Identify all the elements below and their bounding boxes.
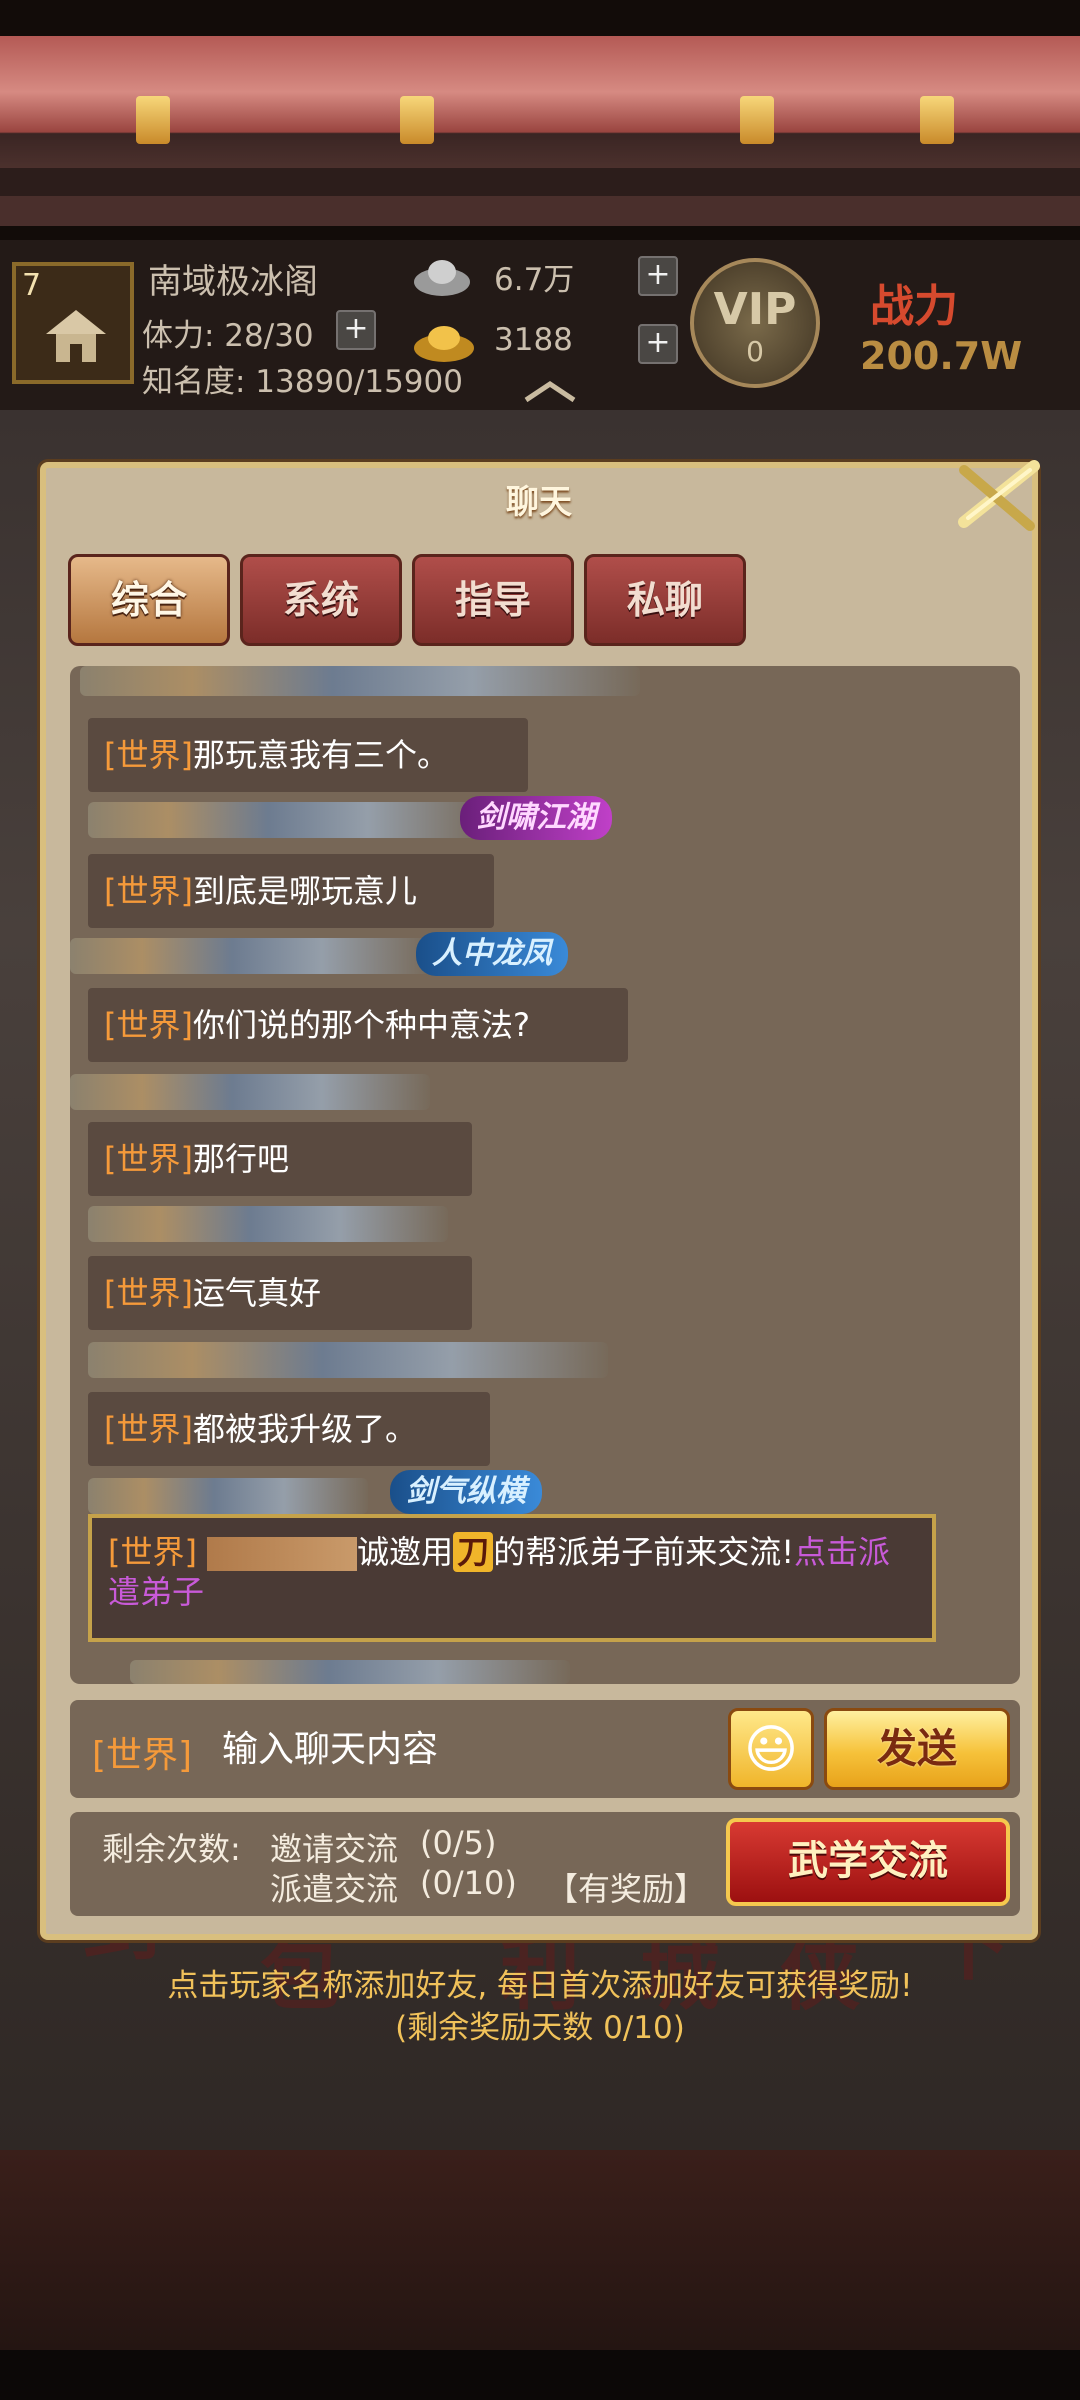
lantern-icon [136,96,170,144]
channel-tag: [世界] [108,1533,197,1571]
bottom-bar [0,2350,1080,2400]
add-silver-button[interactable]: + [638,256,678,296]
chat-message: [世界]那行吧 [88,1122,472,1196]
lantern-icon [920,96,954,144]
vip-label: VIP [713,284,797,335]
invite-text: 诚邀用 [357,1533,454,1571]
tab-private[interactable]: 私聊 [584,554,746,646]
gold-ingot-icon [414,326,474,362]
martial-exchange-button[interactable]: 武学交流 [726,1818,1010,1906]
gold-amount: 3188 [494,322,573,358]
guild-name[interactable]: 南域极冰阁 [148,254,318,303]
vip-badge[interactable]: VIP 0 [690,258,820,388]
chat-message: [世界]运气真好 [88,1256,472,1330]
message-text: 运气真好 [192,1274,321,1312]
title-badge: 人中龙凤 [416,932,568,976]
friend-hint: 点击玩家名称添加好友, 每日首次添加好友可获得奖励! [167,1968,913,2004]
lantern-icon [740,96,774,144]
invite-exchange-count: (0/5) [420,1824,497,1862]
add-gold-button[interactable]: + [638,324,678,364]
player-name-blurred[interactable] [88,1206,448,1242]
silver-amount: 6.7万 [494,262,575,298]
tab-system[interactable]: 系统 [240,554,402,646]
power-label: 战力 [870,281,958,332]
chat-input-row: [世界] 😃 发送 [70,1700,1020,1798]
message-text: 都被我升级了。 [192,1410,417,1448]
dialog-title: 聊天 [506,482,572,521]
reward-tag: 【有奖励】 [546,1870,707,1908]
chat-message: [世界]那玩意我有三个。 [88,718,528,792]
exchange-info-row: 剩余次数: 邀请交流 (0/5) 派遣交流 (0/10) 【有奖励】 武学交流 [70,1812,1020,1916]
chat-message: [世界]到底是哪玩意儿 [88,854,494,928]
chat-dialog: 聊天 综合 系统 指导 私聊 [世界]那玩意我有三个。 剑啸江湖 [世界]到底是… [40,462,1038,1940]
chat-message: [世界]都被我升级了。 [88,1392,490,1466]
channel-tag: [世界] [104,1410,193,1448]
dispatch-exchange-label: 派遣交流 [270,1870,399,1908]
channel-tag: [世界] [104,1140,193,1178]
lantern-icon [400,96,434,144]
player-name-blurred[interactable] [207,1537,358,1571]
send-button[interactable]: 发送 [824,1708,1010,1790]
player-name-blurred[interactable] [130,1660,570,1684]
channel-tag: [世界] [104,736,193,774]
message-text: 那行吧 [192,1140,289,1178]
stamina-text: 体力: 28/30 [142,318,314,354]
message-text: 你们说的那个种中意法? [192,1006,530,1044]
chat-message: [世界]你们说的那个种中意法? [88,988,628,1062]
dispatch-exchange-count: (0/10) [420,1864,517,1902]
guild-invite-message[interactable]: [世界] 诚邀用刀的帮派弟子前来交流!点击派遣弟子 [88,1514,936,1642]
remaining-label: 剩余次数: [102,1830,241,1868]
title-badge: 剑气纵横 [390,1470,542,1514]
channel-selector[interactable]: [世界] [92,1726,192,1778]
bottom-background [0,2150,1080,2350]
channel-tag: [世界] [104,1274,193,1312]
blade-weapon-icon: 刀 [453,1532,494,1572]
player-name-blurred[interactable] [88,1478,368,1514]
emoji-button[interactable]: 😃 [728,1708,814,1790]
tab-general[interactable]: 综合 [68,554,230,646]
power-value: 200.7W [860,334,1023,378]
player-name-blurred[interactable] [70,1074,430,1110]
roof-decoration [0,36,1080,226]
chevron-up-icon[interactable] [520,378,580,408]
message-text: 那玩意我有三个。 [192,736,449,774]
guild-house-icon [46,310,106,362]
player-name-blurred[interactable] [88,1342,608,1378]
add-stamina-button[interactable]: + [336,310,376,350]
player-avatar[interactable]: 7 [12,262,134,384]
silver-ingot-icon [414,260,470,296]
player-level: 7 [22,268,42,303]
tab-guide[interactable]: 指导 [412,554,574,646]
message-text: 到底是哪玩意儿 [192,872,417,910]
player-name-blurred[interactable] [88,802,488,838]
title-badge: 剑啸江湖 [460,796,612,840]
vip-level: 0 [746,335,764,368]
invite-text: 的帮派弟子前来交流! [493,1533,795,1571]
close-icon[interactable] [950,456,1046,536]
chat-log[interactable]: [世界]那玩意我有三个。 剑啸江湖 [世界]到底是哪玩意儿 人中龙凤 [世界]你… [70,666,1020,1684]
player-name-blurred[interactable] [80,666,640,696]
friend-reward-days: (剩余奖励天数 0/10) [395,2010,685,2046]
player-name-blurred[interactable] [70,938,430,974]
channel-tag: [世界] [104,872,193,910]
channel-tag: [世界] [104,1006,193,1044]
